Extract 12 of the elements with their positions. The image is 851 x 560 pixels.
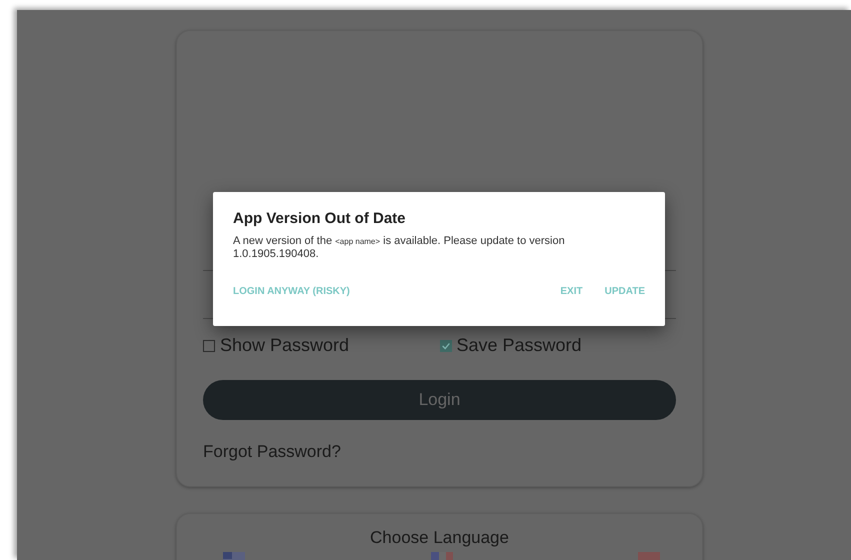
dialog-title: App Version Out of Date xyxy=(233,210,407,227)
dialog-button[interactable]: EXIT xyxy=(560,286,583,297)
forgot-password-link[interactable]: Forgot Password? xyxy=(203,442,341,462)
show-password-checkbox[interactable] xyxy=(203,340,215,352)
login-button[interactable]: Login xyxy=(203,380,676,420)
dialog-button[interactable]: UPDATE xyxy=(604,286,645,297)
save-password-checkbox[interactable] xyxy=(440,340,452,352)
checkbox-label: Save Password xyxy=(456,335,582,356)
language-heading: Choose Language xyxy=(369,528,510,548)
checkbox-label: Show Password xyxy=(220,335,350,356)
dialog-button[interactable]: LOGIN ANYWAY (RISKY) xyxy=(233,286,350,297)
dialog-message: A new version of the <app name> is available. Please update to version 1.0.1905.190408. xyxy=(233,235,566,260)
